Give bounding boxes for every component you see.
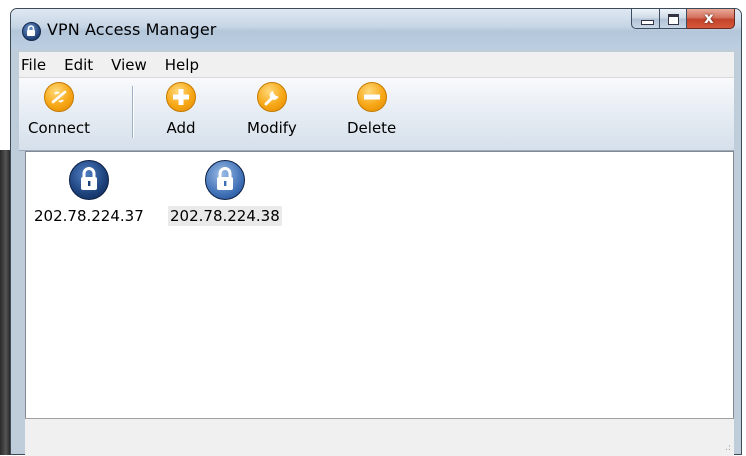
modify-label: Modify <box>247 119 297 137</box>
maximize-button[interactable] <box>660 9 687 29</box>
toolbar-separator <box>132 86 133 138</box>
add-button[interactable]: Add <box>166 82 196 137</box>
lock-icon <box>68 160 109 200</box>
connection-label: 202.78.224.37 <box>34 207 144 225</box>
app-lock-icon <box>22 22 41 41</box>
app-window: VPN Access Manager x File Edit View Help… <box>10 8 742 456</box>
minimize-button[interactable] <box>631 9 660 29</box>
minus-icon <box>356 82 387 112</box>
modify-button[interactable]: Modify <box>247 82 297 137</box>
connection-list[interactable]: 202.78.224.37 202.78.224.38 <box>25 151 734 419</box>
menu-help[interactable]: Help <box>158 56 210 74</box>
connect-button[interactable]: Connect <box>28 82 90 137</box>
delete-label: Delete <box>347 119 397 137</box>
title-bar[interactable]: VPN Access Manager x <box>11 9 741 49</box>
connect-icon <box>44 82 75 112</box>
connection-label: 202.78.224.38 <box>168 206 282 226</box>
status-bar: .: <box>25 418 734 456</box>
delete-button[interactable]: Delete <box>347 82 396 137</box>
caption-buttons: x <box>631 9 735 30</box>
maximize-icon <box>668 14 679 25</box>
toolbar: Connect Add Modify Delete <box>19 78 734 151</box>
close-icon: x <box>704 9 714 27</box>
resize-grip-icon[interactable]: .: <box>725 444 731 453</box>
wrench-icon <box>256 82 287 112</box>
minimize-icon <box>641 20 654 25</box>
menu-view[interactable]: View <box>104 56 158 74</box>
menu-edit[interactable]: Edit <box>57 56 104 74</box>
plus-icon <box>166 82 196 112</box>
window-title: VPN Access Manager <box>47 20 217 39</box>
connect-label: Connect <box>28 119 91 137</box>
add-label: Add <box>166 119 196 137</box>
lock-icon <box>204 160 245 200</box>
close-button[interactable]: x <box>687 9 735 29</box>
connection-item[interactable]: 202.78.224.37 <box>32 160 146 226</box>
menu-bar: File Edit View Help <box>19 52 734 78</box>
menu-file[interactable]: File <box>19 56 57 74</box>
connection-item-selected[interactable]: 202.78.224.38 <box>168 160 282 226</box>
